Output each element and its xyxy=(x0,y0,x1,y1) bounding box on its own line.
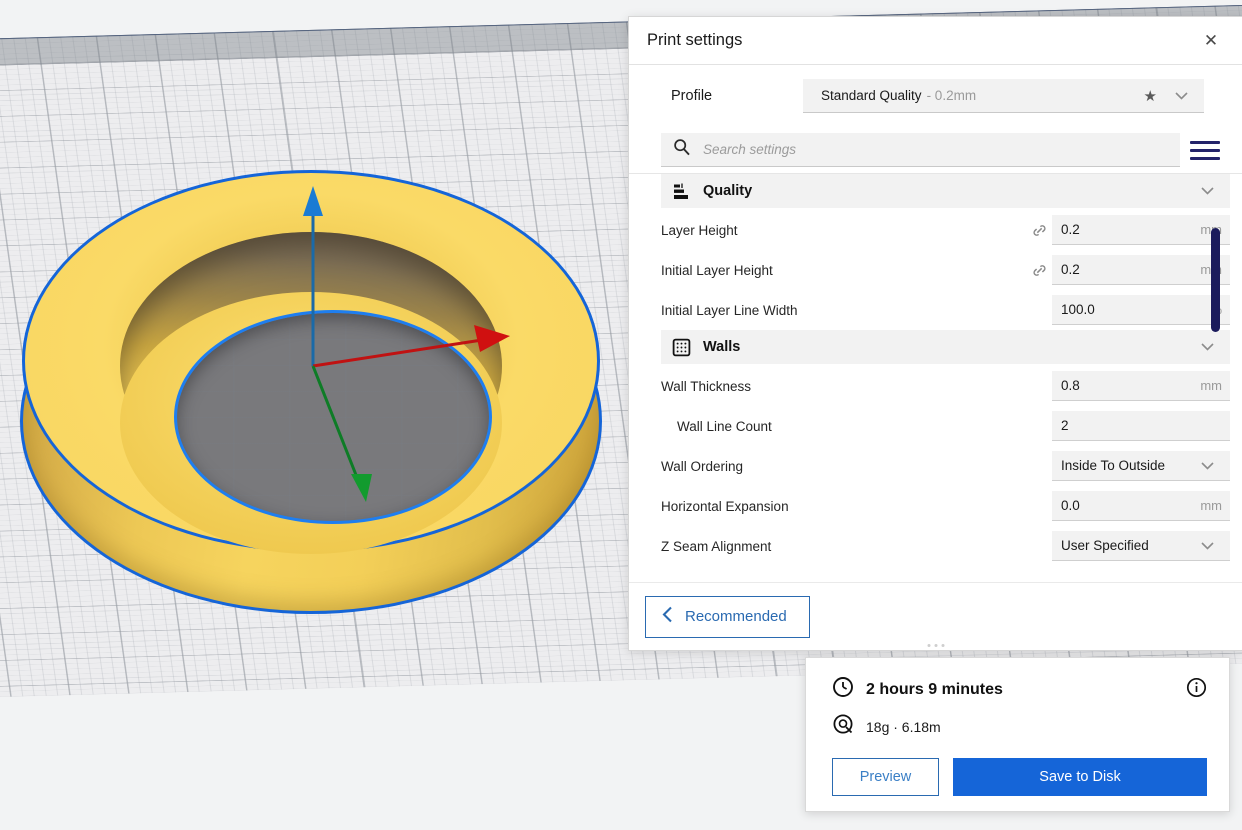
scrollbar-thumb[interactable] xyxy=(1211,228,1220,332)
recommended-button-label: Recommended xyxy=(685,608,787,625)
setting-label: Initial Layer Height xyxy=(661,263,1026,278)
setting-row: Wall Line Count 2 xyxy=(661,406,1230,446)
setting-row: Wall Thickness 0.8mm xyxy=(661,366,1230,406)
setting-label: Layer Height xyxy=(661,223,1026,238)
setting-label: Z Seam Alignment xyxy=(661,539,1026,554)
setting-row: Z Seam Alignment User Specified xyxy=(661,526,1230,566)
recommended-button[interactable]: Recommended xyxy=(645,596,810,638)
setting-label: Wall Thickness xyxy=(661,379,1026,394)
link-icon[interactable] xyxy=(1026,222,1052,239)
panel-header: Print settings ✕ xyxy=(629,17,1242,65)
save-to-disk-button[interactable]: Save to Disk xyxy=(953,758,1207,796)
setting-input[interactable]: 0.8mm xyxy=(1052,371,1230,401)
setting-label: Wall Ordering xyxy=(661,459,1026,474)
print-info-card: 2 hours 9 minutes 18g · 6.18m Preview Sa… xyxy=(805,657,1230,812)
setting-value: User Specified xyxy=(1061,538,1193,553)
profile-select[interactable]: Standard Quality - 0.2mm ★ xyxy=(803,79,1204,113)
settings-scroll-area[interactable]: QualityLayer Height0.2mmInitial Layer He… xyxy=(629,173,1242,582)
setting-label: Horizontal Expansion xyxy=(661,499,1026,514)
print-card-buttons: Preview Save to Disk xyxy=(832,758,1207,796)
category-header-quality[interactable]: Quality xyxy=(661,174,1230,208)
model-through-hole xyxy=(174,310,492,524)
walls-grid-icon xyxy=(671,337,691,357)
setting-row: Horizontal Expansion 0.0mm xyxy=(661,486,1230,526)
material-usage-row: 18g · 6.18m xyxy=(832,713,1207,740)
print-time: 2 hours 9 minutes xyxy=(866,681,1174,699)
setting-row: Initial Layer Height 0.2mm xyxy=(661,250,1230,290)
setting-value: Inside To Outside xyxy=(1061,458,1193,473)
profile-label: Profile xyxy=(671,88,803,104)
search-row xyxy=(629,127,1242,173)
setting-value: 0.8 xyxy=(1061,378,1200,393)
setting-row: Wall Ordering Inside To Outside xyxy=(661,446,1230,486)
setting-value: 0.2 xyxy=(1061,262,1200,277)
settings-list: QualityLayer Height0.2mmInitial Layer He… xyxy=(629,174,1242,566)
chevron-down-icon[interactable] xyxy=(1167,92,1196,100)
print-settings-panel[interactable]: Print settings ✕ Profile Standard Qualit… xyxy=(628,16,1242,651)
setting-row: Initial Layer Line Width 100.0% xyxy=(661,290,1230,330)
setting-value: 0.0 xyxy=(1061,498,1200,513)
category-label: Quality xyxy=(703,183,1193,199)
filament-spool-icon xyxy=(832,713,854,740)
setting-value: 0.2 xyxy=(1061,222,1200,237)
hamburger-menu-icon[interactable] xyxy=(1190,137,1220,163)
search-icon xyxy=(673,138,691,161)
layer-height-icon xyxy=(671,181,691,201)
preview-button[interactable]: Preview xyxy=(832,758,939,796)
category-label: Walls xyxy=(703,339,1193,355)
setting-row: Layer Height 0.2mm xyxy=(661,210,1230,250)
star-icon[interactable]: ★ xyxy=(1134,87,1167,105)
setting-dropdown[interactable]: User Specified xyxy=(1052,531,1230,561)
info-icon[interactable] xyxy=(1186,677,1207,703)
model-ring[interactable] xyxy=(22,170,600,612)
profile-variant: - 0.2mm xyxy=(927,88,977,103)
close-icon[interactable]: ✕ xyxy=(1198,28,1224,54)
chevron-left-icon xyxy=(662,606,673,627)
category-header-walls[interactable]: Walls xyxy=(661,330,1230,364)
setting-value: 2 xyxy=(1061,418,1222,433)
setting-value: 100.0 xyxy=(1061,302,1210,317)
setting-input[interactable]: 0.2mm xyxy=(1052,255,1230,285)
link-icon[interactable] xyxy=(1026,262,1052,279)
setting-input[interactable]: 2 xyxy=(1052,411,1230,441)
clock-icon xyxy=(832,676,854,703)
print-time-row: 2 hours 9 minutes xyxy=(832,676,1207,703)
profile-row: Profile Standard Quality - 0.2mm ★ xyxy=(629,65,1242,127)
panel-footer: Recommended xyxy=(629,582,1242,650)
material-usage: 18g · 6.18m xyxy=(866,719,941,735)
setting-dropdown[interactable]: Inside To Outside xyxy=(1052,451,1230,481)
search-box[interactable] xyxy=(661,133,1180,167)
profile-name: Standard Quality xyxy=(821,88,922,103)
setting-label: Initial Layer Line Width xyxy=(661,303,1026,318)
panel-title: Print settings xyxy=(647,31,1198,50)
setting-input[interactable]: 0.2mm xyxy=(1052,215,1230,245)
search-input[interactable] xyxy=(703,142,1180,157)
setting-input[interactable]: 100.0% xyxy=(1052,295,1230,325)
settings-scrollbar[interactable] xyxy=(1211,178,1220,582)
setting-label: Wall Line Count xyxy=(661,419,1026,434)
panel-resize-grip[interactable] xyxy=(927,644,944,647)
setting-input[interactable]: 0.0mm xyxy=(1052,491,1230,521)
